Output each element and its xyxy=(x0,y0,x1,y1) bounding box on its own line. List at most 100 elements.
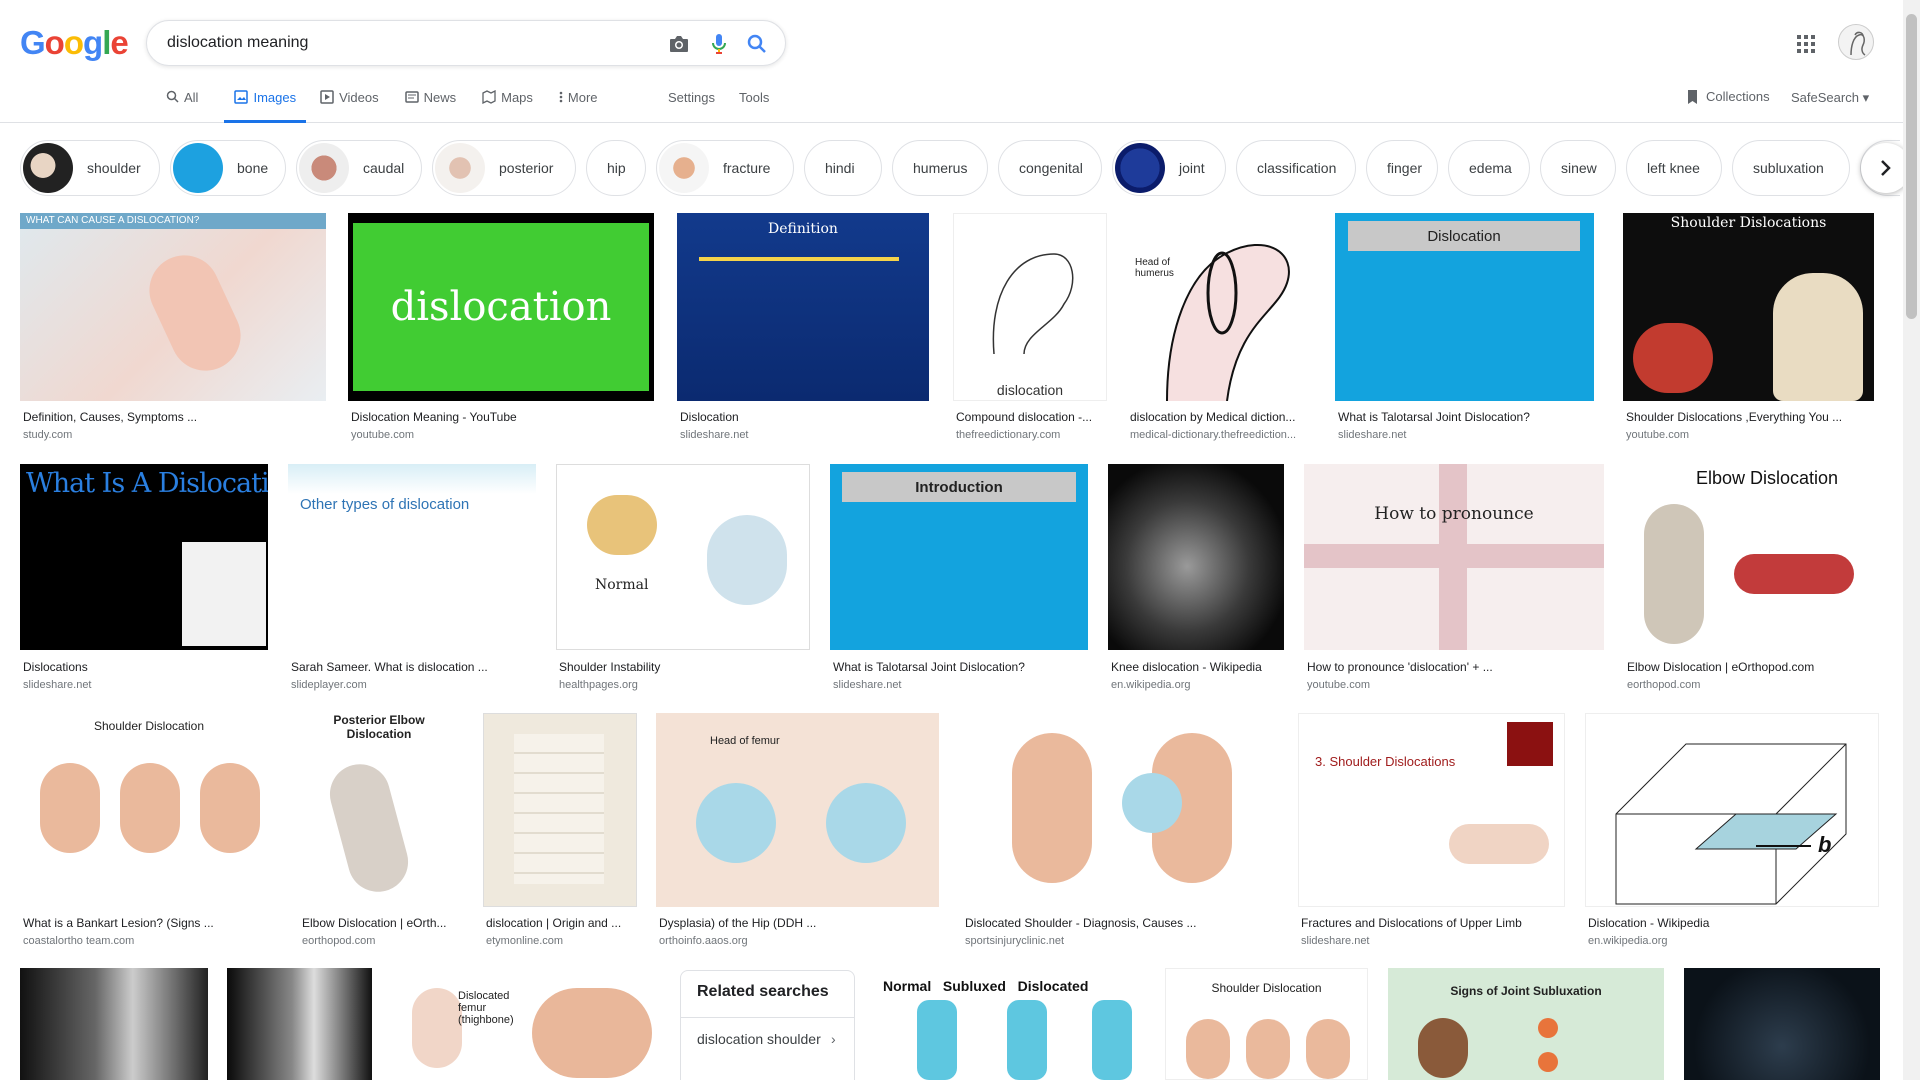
image-result[interactable]: b Dislocation - Wikipedia en.wikipedia.o… xyxy=(1585,713,1879,953)
image-result[interactable] xyxy=(1684,968,1880,1080)
result-image: Introduction xyxy=(830,464,1088,650)
page-scrollbar[interactable] xyxy=(1903,0,1920,1080)
result-image: WHAT CAN CAUSE A DISLOCATION? xyxy=(20,213,326,401)
result-title: Definition, Causes, Symptoms ... xyxy=(23,410,198,424)
image-result[interactable]: Posterior Elbow Dislocation Elbow Disloc… xyxy=(299,713,463,953)
image-result[interactable]: Other types of dislocation Sarah Sameer.… xyxy=(288,464,536,694)
related-searches-heading: Related searches xyxy=(697,983,829,1000)
result-title: Shoulder Dislocations ,Everything You ..… xyxy=(1626,410,1843,424)
image-result[interactable]: Introduction What is Talotarsal Joint Di… xyxy=(830,464,1088,694)
result-image: Shoulder Dislocation xyxy=(1165,968,1368,1080)
chip-caudal[interactable]: caudal xyxy=(296,140,422,196)
chip-finger[interactable]: finger xyxy=(1366,140,1438,196)
result-title: Elbow Dislocation | eOrthopod.com xyxy=(1627,660,1815,674)
image-result[interactable]: dislocation | Origin and ... etymonline.… xyxy=(483,713,637,953)
result-source: slideshare.net xyxy=(23,679,92,691)
result-image: dislocation xyxy=(953,213,1107,401)
result-image: Normal Subluxed Dislocated xyxy=(877,968,1145,1080)
image-result[interactable]: Head of femur Dysplasia) of the Hip (DDH… xyxy=(656,713,939,953)
image-result[interactable]: Normal Subluxed Dislocated xyxy=(877,968,1145,1080)
result-image xyxy=(483,713,637,907)
image-result[interactable]: dislocation Dislocation Meaning - YouTub… xyxy=(348,213,654,443)
image-result[interactable]: Shoulder Dislocations Shoulder Dislocati… xyxy=(1623,213,1874,443)
result-source: healthpages.org xyxy=(559,679,638,691)
bookmark-icon xyxy=(1688,90,1697,104)
search-icon[interactable] xyxy=(745,32,769,56)
chip-thumbnail xyxy=(435,143,485,193)
result-source: study.com xyxy=(23,429,73,441)
result-title: How to pronounce 'dislocation' + ... xyxy=(1307,660,1493,674)
result-image: How to pronounce xyxy=(1304,464,1604,650)
image-result[interactable]: Signs of Joint Subluxation xyxy=(1388,968,1664,1080)
collections-link[interactable]: Collections xyxy=(1686,89,1770,105)
related-search-item[interactable]: dislocation shoulder xyxy=(697,1031,821,1047)
safesearch-menu[interactable]: SafeSearch ▾ xyxy=(1791,90,1869,106)
chip-shoulder[interactable]: shoulder xyxy=(20,140,160,196)
chip-subluxation[interactable]: subluxation xyxy=(1732,140,1850,196)
chip-left-knee[interactable]: left knee xyxy=(1626,140,1722,196)
result-image: b xyxy=(1585,713,1879,907)
chip-joint[interactable]: joint xyxy=(1112,140,1226,196)
chip-bone[interactable]: bone xyxy=(170,140,286,196)
scrollbar-thumb[interactable] xyxy=(1906,14,1917,319)
chip-fracture[interactable]: fracture xyxy=(656,140,794,196)
google-logo[interactable]: Google xyxy=(20,24,129,62)
image-result[interactable] xyxy=(227,968,372,1080)
result-title: Shoulder Instability xyxy=(559,660,661,674)
tab-news[interactable]: News xyxy=(404,86,469,123)
chip-thumbnail xyxy=(659,143,709,193)
image-result[interactable]: Knee dislocation - Wikipedia en.wikipedi… xyxy=(1108,464,1284,694)
result-image: Definition xyxy=(677,213,929,401)
image-result[interactable]: Dislocated femur (thighbone) xyxy=(392,968,660,1080)
chip-posterior[interactable]: posterior xyxy=(432,140,576,196)
image-result[interactable]: Elbow Dislocation Elbow Dislocation | eO… xyxy=(1624,464,1878,694)
result-title: Dislocated Shoulder - Diagnosis, Causes … xyxy=(965,916,1197,930)
image-result[interactable]: Dislocated Shoulder - Diagnosis, Causes … xyxy=(962,713,1278,953)
result-source: slideshare.net xyxy=(833,679,902,691)
image-result[interactable]: Shoulder Dislocation xyxy=(1165,968,1368,1080)
image-result[interactable]: dislocation Compound dislocation -... th… xyxy=(953,213,1107,443)
result-source: youtube.com xyxy=(1307,679,1370,691)
image-result[interactable]: Dislocation What is Talotarsal Joint Dis… xyxy=(1335,213,1594,443)
account-avatar[interactable] xyxy=(1838,24,1874,60)
image-result[interactable] xyxy=(20,968,208,1080)
tab-maps[interactable]: Maps xyxy=(482,86,545,123)
related-searches-panel: Related searches dislocation shoulder › xyxy=(680,970,855,1080)
search-icon xyxy=(166,90,179,103)
settings-link[interactable]: Settings xyxy=(668,90,715,105)
tab-more[interactable]: More xyxy=(559,86,610,123)
image-result[interactable]: Normal Shoulder Instability healthpages.… xyxy=(556,464,810,694)
chip-classification[interactable]: classification xyxy=(1236,140,1356,196)
tab-videos[interactable]: Videos xyxy=(320,86,391,123)
image-result[interactable]: Shoulder Dislocation What is a Bankart L… xyxy=(20,713,278,953)
chip-congenital[interactable]: congenital xyxy=(998,140,1102,196)
result-title: Knee dislocation - Wikipedia xyxy=(1111,660,1262,674)
image-result[interactable]: WHAT CAN CAUSE A DISLOCATION? Definition… xyxy=(20,213,326,443)
result-source: slideshare.net xyxy=(1338,429,1407,441)
microphone-icon[interactable] xyxy=(707,32,731,56)
result-title: What is Talotarsal Joint Dislocation? xyxy=(1338,410,1530,424)
search-input[interactable] xyxy=(167,31,647,55)
news-icon xyxy=(404,91,419,103)
chip-hip[interactable]: hip xyxy=(586,140,646,196)
result-source: etymonline.com xyxy=(486,935,564,947)
tools-link[interactable]: Tools xyxy=(739,90,769,105)
chip-hindi[interactable]: hindi xyxy=(804,140,882,196)
image-result[interactable]: Head of humerus dislocation by Medical d… xyxy=(1127,213,1315,443)
image-result[interactable]: What Is A Dislocation? Dislocations slid… xyxy=(20,464,268,694)
image-result[interactable]: Definition Dislocation slideshare.net xyxy=(677,213,929,443)
image-result[interactable]: How to pronounce How to pronounce 'dislo… xyxy=(1304,464,1604,694)
result-title: Dysplasia) of the Hip (DDH ... xyxy=(659,916,817,930)
chip-edema[interactable]: edema xyxy=(1448,140,1530,196)
tab-images[interactable]: Images xyxy=(224,86,307,123)
chip-humerus[interactable]: humerus xyxy=(892,140,988,196)
image-result[interactable]: 3. Shoulder Dislocations Fractures and D… xyxy=(1298,713,1565,953)
tab-all[interactable]: All xyxy=(166,86,210,123)
result-image: Head of humerus xyxy=(1127,213,1315,401)
chip-sinew[interactable]: sinew xyxy=(1540,140,1616,196)
result-source: slideshare.net xyxy=(680,429,749,441)
google-apps-icon[interactable] xyxy=(1794,32,1818,56)
camera-icon[interactable] xyxy=(667,32,691,56)
result-source: orthoinfo.aaos.org xyxy=(659,935,748,947)
result-source: eorthopod.com xyxy=(1627,679,1701,691)
